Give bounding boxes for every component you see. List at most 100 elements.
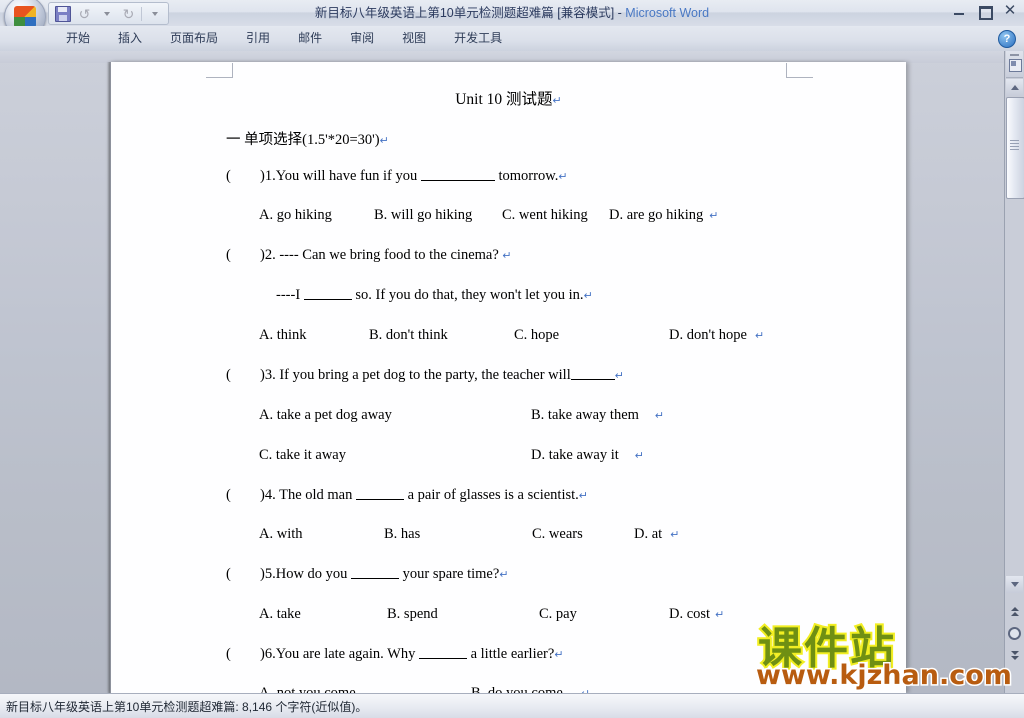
close-button[interactable]: ✕ — [1002, 3, 1018, 18]
question-options: A. go hiking B. will go hiking C. went hik… — [259, 207, 718, 224]
option-d[interactable]: D. at — [634, 526, 662, 543]
question-stem: ()3. If you bring a pet dog to the party… — [226, 367, 624, 384]
question-stem: ()2. ---- Can we bring food to the cinem… — [226, 247, 512, 264]
paragraph-mark-icon: ↵ — [614, 370, 624, 382]
option-c[interactable]: C. take it away — [259, 447, 531, 464]
option-b[interactable]: B. do you come — [471, 685, 563, 693]
option-b[interactable]: B. don't think — [369, 327, 514, 344]
paragraph-mark-icon: ↵ — [583, 290, 593, 302]
option-c[interactable]: C. went hiking — [502, 207, 609, 224]
question-stem: ()1.You will have fun if you tomorrow.↵ — [226, 168, 568, 185]
option-a[interactable]: A. with — [259, 526, 384, 543]
paragraph-mark-icon: ↵ — [578, 490, 588, 502]
question-stem-after: your spare time? — [399, 566, 500, 582]
option-d[interactable]: D. don't hope — [669, 327, 747, 344]
paragraph-mark-icon: ↵ — [754, 330, 765, 342]
question-stem-before: 2. ---- Can we bring food to the cinema? — [264, 247, 503, 263]
question-options: A. take a pet dog away B. take away them ↵ — [259, 407, 664, 424]
paragraph-mark-icon: ↵ — [670, 529, 680, 541]
vertical-scrollbar[interactable] — [1004, 51, 1024, 693]
question-stem-after: tomorrow. — [494, 168, 559, 184]
scroll-down-button[interactable] — [1006, 576, 1023, 593]
question-options: A. think B. don't think C. hope D. don't ho… — [259, 327, 764, 344]
window-controls: ✕ — [952, 3, 1018, 20]
tab-page-layout[interactable]: 页面布局 — [156, 26, 232, 51]
answer-paren-open: ( — [226, 247, 231, 263]
option-b[interactable]: B. spend — [387, 606, 539, 623]
paragraph-mark-icon: ↵ — [654, 410, 665, 422]
question-options: A. with B. has C. wears D. at ↵ — [259, 526, 679, 543]
scrollbar-grip-icon — [1010, 140, 1019, 152]
document-heading: Unit 10 测试题↵ — [111, 87, 906, 109]
continuation-before: ----I — [276, 287, 304, 303]
option-a[interactable]: A. think — [259, 327, 369, 344]
question-options: A. not you comeB. do you come↵ — [259, 685, 590, 693]
option-c[interactable]: C. wears — [532, 526, 634, 543]
tab-review[interactable]: 审阅 — [336, 26, 388, 51]
option-a[interactable]: A. go hiking — [259, 207, 374, 224]
option-c[interactable]: C. hope — [514, 327, 669, 344]
fill-in-blank — [303, 287, 352, 300]
scroll-up-button[interactable] — [1006, 79, 1023, 96]
title-bar: ↺ ↻ 新目标八年级英语上第10单元检测题超难篇 [兼容模式] - Micros… — [0, 0, 1024, 38]
question-stem-before: 5.How do you — [264, 566, 352, 582]
help-icon[interactable]: ? — [998, 30, 1016, 48]
scrollbar-thumb[interactable] — [1006, 97, 1024, 199]
question-stem-before: 1.You will have fun if you — [264, 168, 421, 184]
tab-mailings[interactable]: 邮件 — [284, 26, 336, 51]
answer-paren-open: ( — [226, 646, 231, 662]
fill-in-blank — [420, 168, 495, 181]
question-stem-before: 4. The old man — [264, 487, 356, 503]
browse-object-button[interactable] — [1006, 625, 1023, 642]
answer-paren-open: ( — [226, 566, 231, 582]
minimize-button[interactable] — [952, 4, 968, 18]
word-window: ↺ ↻ 新目标八年级英语上第10单元检测题超难篇 [兼容模式] - Micros… — [0, 0, 1024, 718]
tab-home[interactable]: 开始 — [52, 26, 104, 51]
triangle-down-icon — [1010, 582, 1019, 587]
document-title-text: 新目标八年级英语上第10单元检测题超难篇 [兼容模式] — [314, 6, 615, 20]
question-stem: ()4. The old man a pair of glasses is a … — [226, 487, 588, 504]
question-stem-before: 3. If you bring a pet dog to the party, … — [264, 367, 571, 383]
fill-in-blank — [418, 646, 467, 659]
option-a[interactable]: A. take — [259, 606, 387, 623]
document-workspace: Unit 10 测试题↵ 一 单项选择(1.5'*20=30')↵ ()1.Yo… — [0, 51, 1024, 693]
next-page-button[interactable] — [1006, 647, 1023, 664]
continuation-after: so. If you do that, they won't let you i… — [351, 287, 584, 303]
paragraph-mark-icon: ↵ — [715, 609, 725, 621]
question-stem-before: 6.You are late again. Why — [264, 646, 419, 662]
question-stem: ()6.You are late again. Why a little ear… — [226, 646, 564, 663]
paragraph-mark-icon: ↵ — [552, 95, 562, 107]
restore-button[interactable] — [977, 4, 993, 20]
tab-view[interactable]: 视图 — [388, 26, 440, 51]
fill-in-blank — [356, 487, 404, 500]
option-b[interactable]: B. will go hiking — [374, 207, 502, 224]
question-stem: ()5.How do you your spare time?↵ — [226, 566, 509, 583]
question-options: A. take B. spend C. pay D. cost ↵ — [259, 606, 724, 623]
paragraph-mark-icon: ↵ — [634, 450, 644, 462]
paragraph-mark-icon: ↵ — [558, 171, 568, 183]
document-body[interactable]: Unit 10 测试题↵ 一 单项选择(1.5'*20=30')↵ ()1.Yo… — [111, 62, 906, 693]
split-handle-icon — [1010, 54, 1019, 56]
option-a[interactable]: A. not you come — [259, 685, 471, 693]
title-separator: - — [614, 6, 626, 20]
option-b[interactable]: B. has — [384, 526, 532, 543]
option-b[interactable]: B. take away them — [531, 407, 639, 424]
section-heading: 一 单项选择(1.5'*20=30')↵ — [226, 128, 389, 149]
split-window-icon — [1009, 59, 1022, 72]
paragraph-mark-icon: ↵ — [499, 569, 509, 581]
paragraph-mark-icon: ↵ — [709, 210, 719, 222]
option-d[interactable]: D. are go hiking — [609, 207, 703, 224]
triangle-up-icon — [1010, 85, 1019, 90]
tab-insert[interactable]: 插入 — [104, 26, 156, 51]
question-continuation: ----I so. If you do that, they won't let… — [276, 287, 593, 304]
tab-developer[interactable]: 开发工具 — [440, 26, 516, 51]
option-d[interactable]: D. cost — [669, 606, 710, 623]
split-window-button[interactable] — [1006, 51, 1023, 78]
option-a[interactable]: A. take a pet dog away — [259, 407, 531, 424]
option-c[interactable]: C. pay — [539, 606, 669, 623]
document-page[interactable]: Unit 10 测试题↵ 一 单项选择(1.5'*20=30')↵ ()1.Yo… — [107, 62, 906, 693]
status-bar-text: 新目标八年级英语上第10单元检测题超难篇: 8,146 个字符(近似值)。 — [6, 700, 368, 714]
option-d[interactable]: D. take away it — [531, 447, 619, 464]
tab-references[interactable]: 引用 — [232, 26, 284, 51]
previous-page-button[interactable] — [1006, 603, 1023, 620]
